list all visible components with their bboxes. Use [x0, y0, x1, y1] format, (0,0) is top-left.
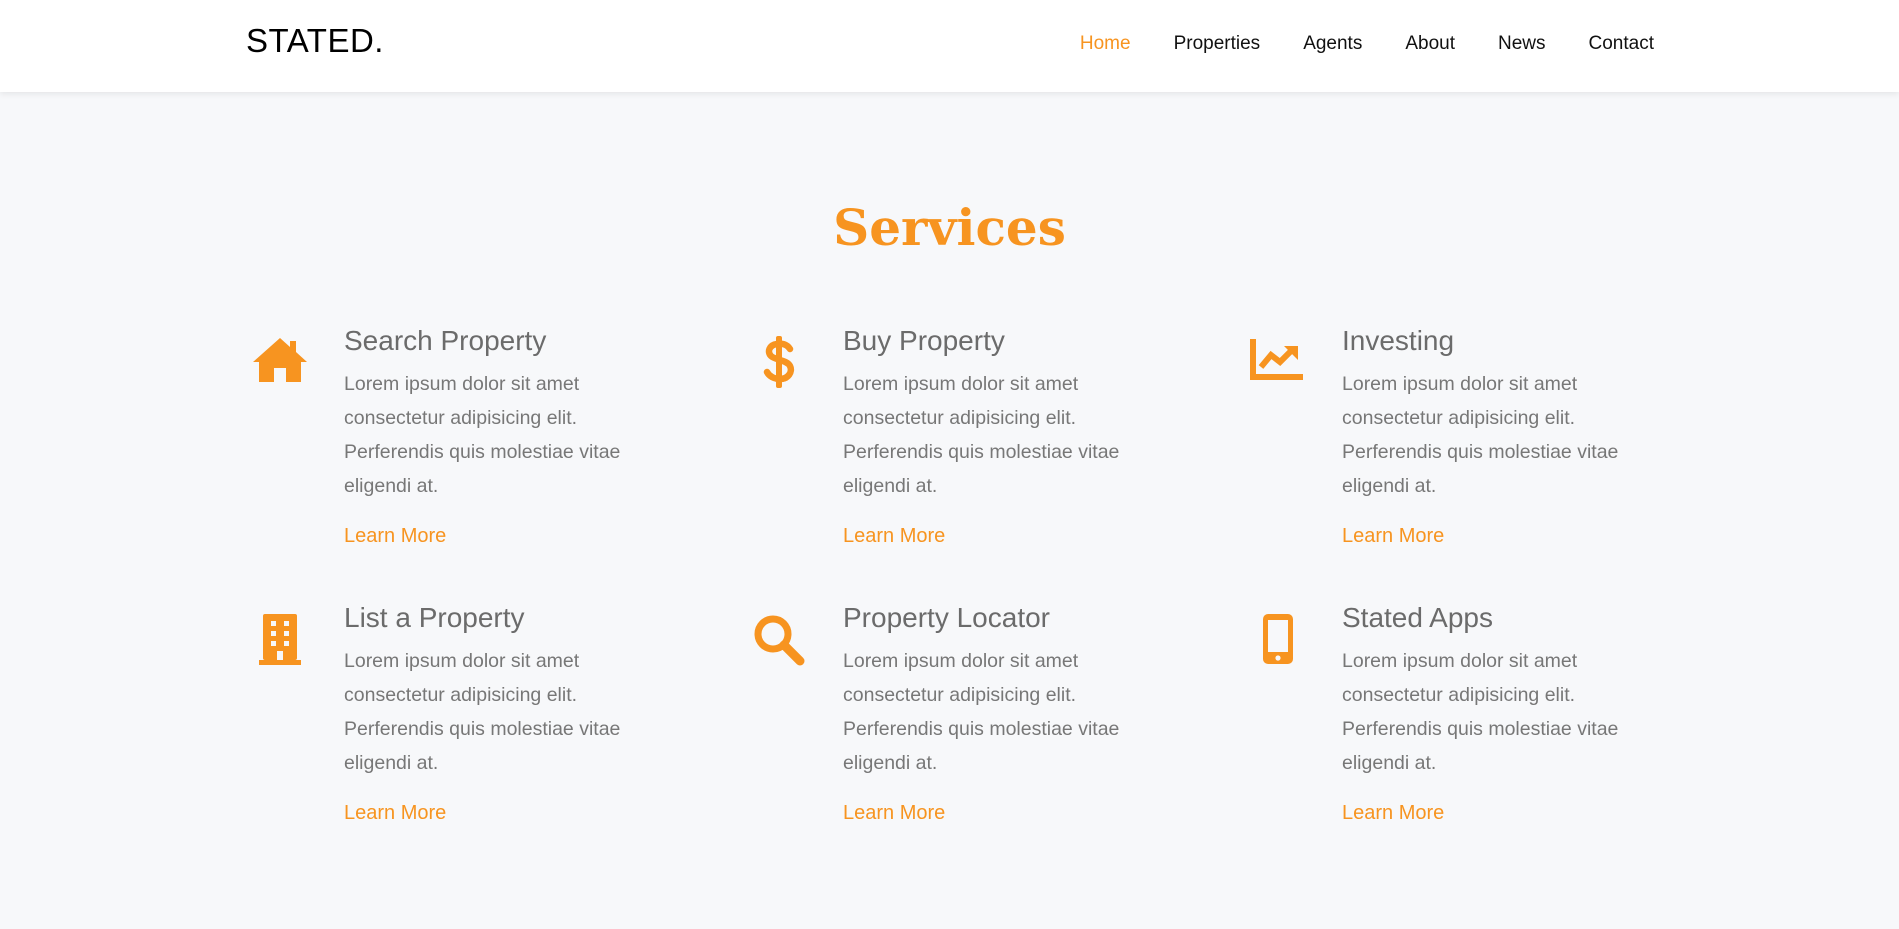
service-title: Search Property — [344, 325, 547, 356]
service-investing: Investing Lorem ipsum dolor sit amet con… — [1246, 325, 1666, 565]
service-search-property: Search Property Lorem ipsum dolor sit am… — [248, 325, 668, 565]
search-icon — [747, 612, 811, 676]
service-title: Property Locator — [843, 602, 1050, 633]
service-description: Lorem ipsum dolor sit amet consectetur a… — [843, 650, 1120, 774]
learn-more-link[interactable]: Learn More — [843, 525, 945, 548]
home-icon — [248, 335, 312, 399]
nav-properties[interactable]: Properties — [1174, 33, 1261, 55]
nav-agents[interactable]: Agents — [1303, 33, 1362, 55]
main-nav: Home Properties Agents About News Contac… — [1080, 33, 1654, 55]
section-title: Services — [833, 198, 1066, 257]
chart-line-icon — [1246, 335, 1310, 399]
service-description: Lorem ipsum dolor sit amet consectetur a… — [843, 373, 1120, 497]
service-list-property: List a Property Lorem ipsum dolor sit am… — [248, 602, 668, 842]
service-title: List a Property — [344, 602, 525, 633]
nav-about[interactable]: About — [1405, 33, 1455, 55]
building-icon — [248, 612, 312, 676]
service-description: Lorem ipsum dolor sit amet consectetur a… — [1342, 373, 1619, 497]
site-header: STATED. Home Properties Agents About New… — [0, 0, 1899, 92]
service-property-locator: Property Locator Lorem ipsum dolor sit a… — [747, 602, 1167, 842]
mobile-icon — [1246, 612, 1310, 676]
service-title: Investing — [1342, 325, 1455, 356]
learn-more-link[interactable]: Learn More — [843, 802, 945, 825]
nav-home[interactable]: Home — [1080, 33, 1131, 55]
learn-more-link[interactable]: Learn More — [344, 525, 446, 548]
service-description: Lorem ipsum dolor sit amet consectetur a… — [344, 373, 621, 497]
service-buy-property: Buy Property Lorem ipsum dolor sit amet … — [747, 325, 1167, 565]
learn-more-link[interactable]: Learn More — [1342, 525, 1444, 548]
nav-contact[interactable]: Contact — [1589, 33, 1654, 55]
service-stated-apps: Stated Apps Lorem ipsum dolor sit amet c… — [1246, 602, 1666, 842]
service-description: Lorem ipsum dolor sit amet consectetur a… — [344, 650, 621, 774]
learn-more-link[interactable]: Learn More — [344, 802, 446, 825]
brand-logo[interactable]: STATED. — [246, 22, 384, 60]
service-title: Buy Property — [843, 325, 1005, 356]
nav-news[interactable]: News — [1498, 33, 1546, 55]
dollar-icon — [747, 335, 811, 399]
service-title: Stated Apps — [1342, 602, 1494, 633]
learn-more-link[interactable]: Learn More — [1342, 802, 1444, 825]
service-description: Lorem ipsum dolor sit amet consectetur a… — [1342, 650, 1619, 774]
